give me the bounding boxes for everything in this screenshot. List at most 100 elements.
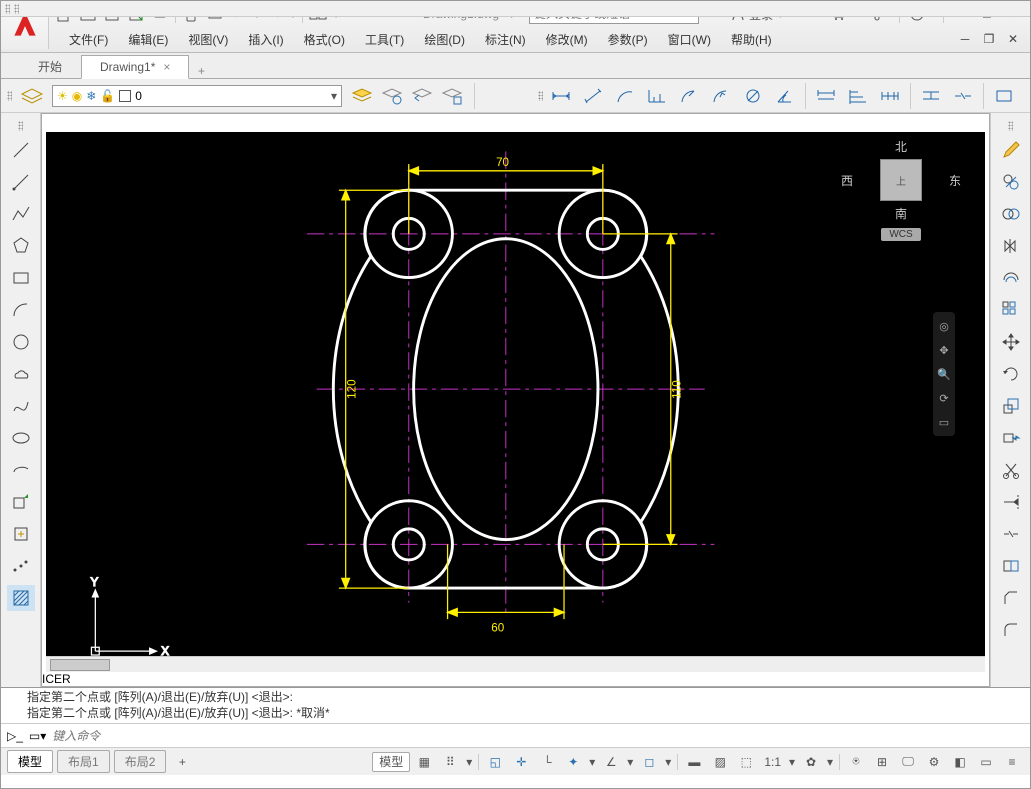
viewcube-east[interactable]: 东: [949, 172, 961, 189]
dynamic-input-icon[interactable]: ✛: [509, 752, 533, 772]
cleanscreen-icon[interactable]: ▭: [974, 752, 998, 772]
cycling-icon[interactable]: ⬚: [734, 752, 758, 772]
nav-zoom-icon[interactable]: 🔍: [936, 366, 952, 382]
rotate-icon[interactable]: [997, 361, 1025, 387]
menu-insert[interactable]: 插入(I): [238, 28, 293, 51]
array-icon[interactable]: [997, 297, 1025, 323]
move-icon[interactable]: [997, 329, 1025, 355]
cmd-history-icon[interactable]: ▭▾: [29, 729, 46, 743]
gear-icon[interactable]: ✿: [799, 752, 823, 772]
menu-file[interactable]: 文件(F): [59, 28, 118, 51]
ellipse-icon[interactable]: [7, 425, 35, 451]
menu-format[interactable]: 格式(O): [294, 28, 355, 51]
workspace-icon[interactable]: ⊞: [870, 752, 894, 772]
nav-fullnav-icon[interactable]: ◎: [936, 318, 952, 334]
monitor-icon[interactable]: 🖵: [896, 752, 920, 772]
menu-dimension[interactable]: 标注(N): [475, 28, 536, 51]
dim-baseline-icon[interactable]: [844, 82, 872, 110]
break-icon[interactable]: [997, 521, 1025, 547]
dim-aligned-icon[interactable]: [579, 82, 607, 110]
stretch-icon[interactable]: [997, 425, 1025, 451]
menu-window[interactable]: 窗口(W): [658, 28, 721, 51]
scale-icon[interactable]: [997, 393, 1025, 419]
hatch-icon[interactable]: [7, 585, 35, 611]
erase-icon[interactable]: [997, 169, 1025, 195]
layer-iso-icon[interactable]: [378, 82, 406, 110]
isolate-icon[interactable]: ◧: [948, 752, 972, 772]
menu-parametric[interactable]: 参数(P): [598, 28, 658, 51]
dim-linear-icon[interactable]: [547, 82, 575, 110]
ortho-icon[interactable]: └: [535, 752, 559, 772]
tab-add-button[interactable]: +: [189, 64, 213, 78]
layer-combo[interactable]: ☀ ◉ ❄ 🔓 0 ▾: [52, 85, 342, 107]
pencil-icon[interactable]: [997, 137, 1025, 163]
arc-icon[interactable]: [7, 297, 35, 323]
menu-draw[interactable]: 绘图(D): [414, 28, 475, 51]
fillet-icon[interactable]: [997, 617, 1025, 643]
lineweight-icon[interactable]: ▬: [682, 752, 706, 772]
menu-help[interactable]: 帮助(H): [721, 28, 782, 51]
spline-icon[interactable]: [7, 393, 35, 419]
scale-button[interactable]: 1:1: [760, 752, 785, 772]
polygon-icon[interactable]: [7, 233, 35, 259]
snap-dots-icon[interactable]: ⠿: [438, 752, 462, 772]
snap-drop-icon[interactable]: ▾: [464, 752, 474, 772]
infer-icon[interactable]: ◱: [483, 752, 507, 772]
line-icon[interactable]: [7, 137, 35, 163]
drawing-canvas[interactable]: 70 120 110 60 X Y 北 西 上 东: [46, 132, 985, 656]
navigation-bar[interactable]: ◎ ✥ 🔍 ⟳ ▭: [933, 312, 955, 436]
dim-angular-icon[interactable]: [771, 82, 799, 110]
osnap-drop[interactable]: ▾: [663, 752, 673, 772]
layer-match-icon[interactable]: [438, 82, 466, 110]
layer-prev-icon[interactable]: [408, 82, 436, 110]
tab-layout1[interactable]: 布局1: [57, 750, 110, 773]
rectangle-icon[interactable]: [7, 265, 35, 291]
tab-add-layout-icon[interactable]: +: [170, 752, 194, 772]
gear-drop[interactable]: ▾: [825, 752, 835, 772]
dim-more-icon[interactable]: [990, 82, 1018, 110]
polar-icon[interactable]: ✦: [561, 752, 585, 772]
insert-block-icon[interactable]: [7, 489, 35, 515]
dim-arc-icon[interactable]: [611, 82, 639, 110]
offset-icon[interactable]: [997, 265, 1025, 291]
wcs-badge[interactable]: WCS: [881, 228, 920, 241]
menu-edit[interactable]: 编辑(E): [118, 28, 178, 51]
layer-states-icon[interactable]: [348, 82, 376, 110]
menu-view[interactable]: 视图(V): [178, 28, 238, 51]
viewcube-west[interactable]: 西: [841, 172, 853, 189]
chamfer-icon[interactable]: [997, 585, 1025, 611]
join-icon[interactable]: [997, 553, 1025, 579]
ray-icon[interactable]: [7, 169, 35, 195]
trim-icon[interactable]: [997, 457, 1025, 483]
viewcube[interactable]: 北 西 上 东 南 WCS: [841, 138, 961, 268]
osnap-icon[interactable]: ◻: [637, 752, 661, 772]
extend-icon[interactable]: [997, 489, 1025, 515]
viewcube-north[interactable]: 北: [841, 138, 961, 155]
doc-restore-button[interactable]: ❐: [978, 28, 1000, 50]
transparency-icon[interactable]: ▨: [708, 752, 732, 772]
grid-icon[interactable]: ▦: [412, 752, 436, 772]
tab-start[interactable]: 开始: [19, 54, 81, 78]
tab-drawing[interactable]: Drawing1* ×: [81, 55, 189, 79]
tab-layout2[interactable]: 布局2: [114, 750, 167, 773]
space-model-button[interactable]: 模型: [372, 752, 410, 772]
circle-icon[interactable]: [7, 329, 35, 355]
iso-drop[interactable]: ▾: [625, 752, 635, 772]
scale-drop[interactable]: ▾: [787, 752, 797, 772]
layer-properties-icon[interactable]: [18, 82, 46, 110]
dim-jogged-icon[interactable]: [707, 82, 735, 110]
dim-radius-icon[interactable]: [675, 82, 703, 110]
copy-icon[interactable]: [997, 201, 1025, 227]
mirror-icon[interactable]: [997, 233, 1025, 259]
viewcube-south[interactable]: 南: [841, 205, 961, 222]
ellipse-arc-icon[interactable]: [7, 457, 35, 483]
doc-close-button[interactable]: ✕: [1002, 28, 1024, 50]
iso-icon[interactable]: ∠: [599, 752, 623, 772]
viewcube-face[interactable]: 上: [880, 159, 922, 201]
tab-close-icon[interactable]: ×: [163, 60, 170, 74]
customize-icon[interactable]: ≡: [1000, 752, 1024, 772]
point-icon[interactable]: [7, 553, 35, 579]
polar-drop[interactable]: ▾: [587, 752, 597, 772]
nav-orbit-icon[interactable]: ⟳: [936, 390, 952, 406]
hardware-icon[interactable]: ⚙: [922, 752, 946, 772]
